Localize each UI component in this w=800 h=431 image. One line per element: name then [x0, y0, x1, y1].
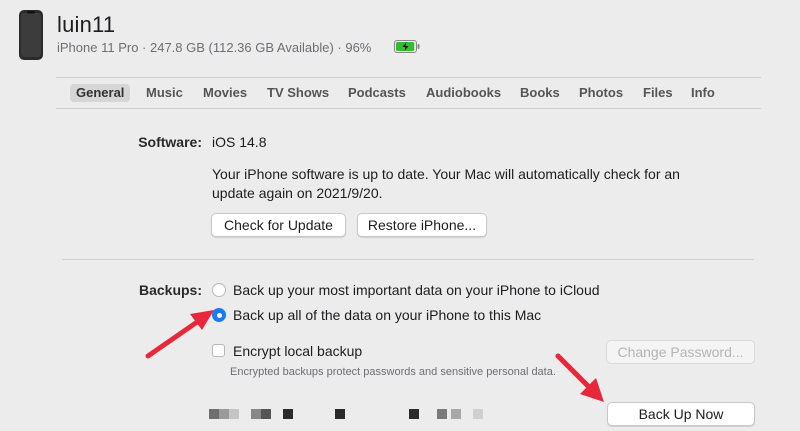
software-status: Your iPhone software is up to date. Your…: [212, 165, 712, 203]
backup-icloud-label[interactable]: Back up your most important data on your…: [233, 282, 600, 298]
encrypt-note: Encrypted backups protect passwords and …: [230, 366, 556, 378]
ios-version: iOS 14.8: [212, 134, 267, 150]
annotation-arrow-radio: [145, 310, 214, 359]
tab-photos[interactable]: Photos: [573, 84, 629, 102]
iphone-icon: [19, 10, 43, 60]
backup-icloud-radio[interactable]: [212, 283, 226, 297]
check-for-update-button[interactable]: Check for Update: [211, 213, 346, 237]
change-password-button[interactable]: Change Password...: [606, 340, 755, 364]
section-divider: [62, 259, 754, 260]
device-name: luin11: [57, 12, 116, 37]
device-header: luin11 iPhone 11 Pro · 247.8 GB (112.36 …: [0, 0, 800, 72]
tab-bar: General Music Movies TV Shows Podcasts A…: [56, 77, 761, 109]
software-label: Software:: [138, 134, 202, 150]
encrypt-backup-label[interactable]: Encrypt local backup: [233, 343, 362, 359]
tab-books[interactable]: Books: [514, 84, 566, 102]
tab-music[interactable]: Music: [140, 84, 189, 102]
restore-iphone-button[interactable]: Restore iPhone...: [357, 213, 487, 237]
tab-movies[interactable]: Movies: [197, 84, 253, 102]
tab-files[interactable]: Files: [637, 84, 679, 102]
device-details: iPhone 11 Pro · 247.8 GB (112.36 GB Avai…: [57, 40, 372, 55]
backup-mac-label[interactable]: Back up all of the data on your iPhone t…: [233, 307, 541, 323]
tab-tv-shows[interactable]: TV Shows: [261, 84, 335, 102]
tab-info[interactable]: Info: [685, 84, 721, 102]
tab-audiobooks[interactable]: Audiobooks: [420, 84, 507, 102]
battery-charging-icon: [394, 40, 420, 53]
backups-label: Backups:: [138, 282, 202, 298]
software-status-line1: Your iPhone software is up to date. Your…: [212, 166, 680, 182]
tab-general[interactable]: General: [70, 84, 131, 102]
software-status-line2: update again on 2021/9/20.: [212, 185, 383, 201]
back-up-now-button[interactable]: Back Up Now: [607, 402, 755, 426]
annotation-arrow-backup: [555, 353, 604, 402]
tab-podcasts[interactable]: Podcasts: [342, 84, 412, 102]
